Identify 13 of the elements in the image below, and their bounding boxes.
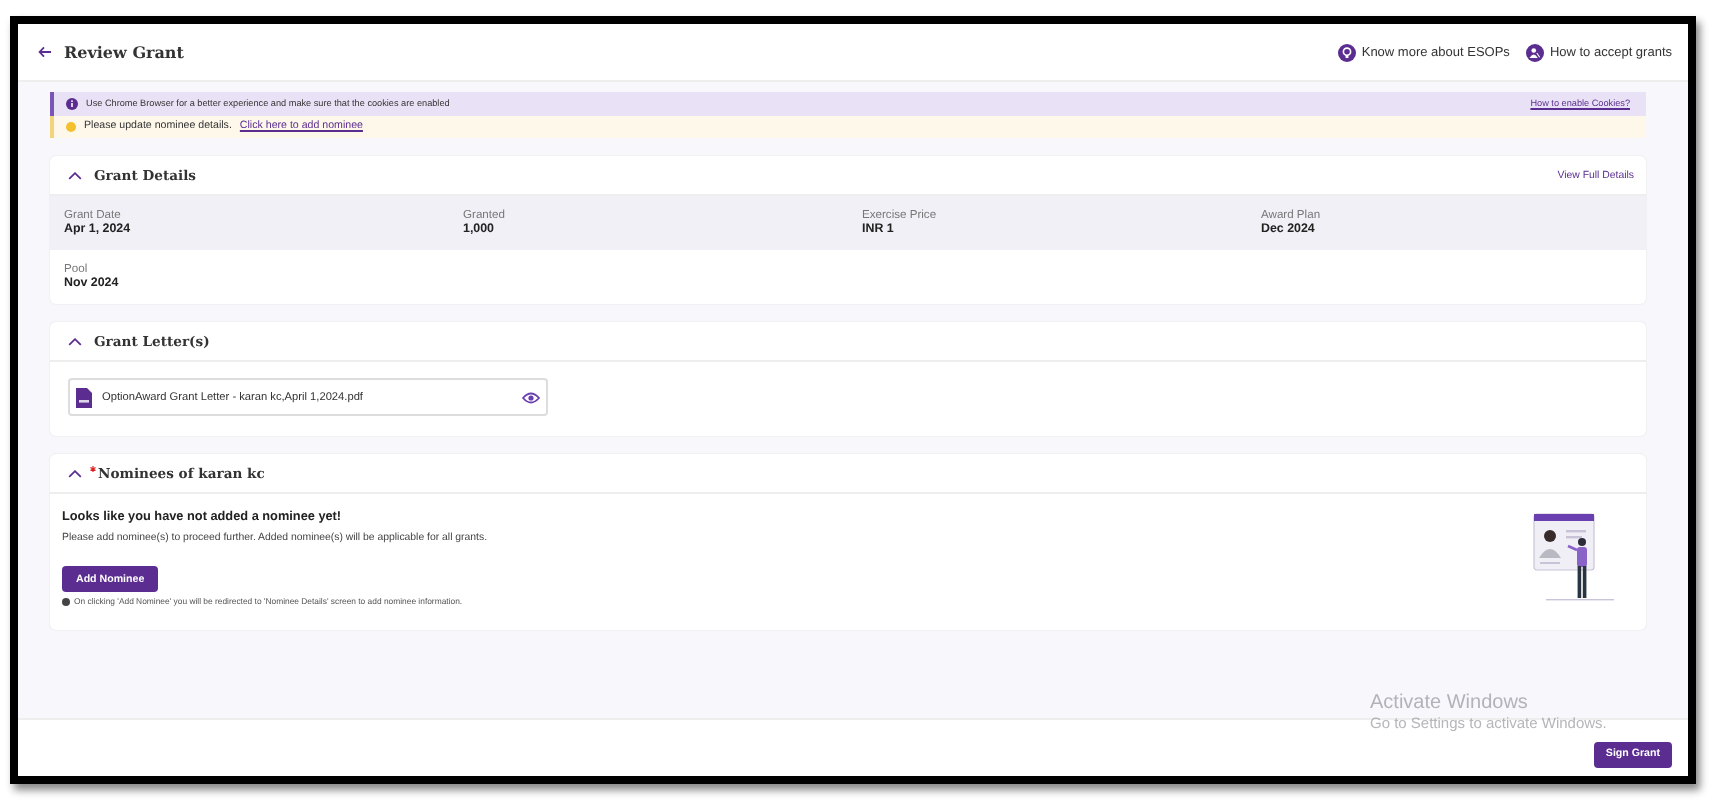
chevron-up-icon[interactable] bbox=[68, 469, 82, 477]
page-title: Review Grant bbox=[64, 42, 186, 62]
chevron-up-icon[interactable] bbox=[68, 337, 82, 345]
pdf-file-icon bbox=[76, 387, 92, 407]
warning-icon bbox=[66, 121, 76, 132]
chevron-up-icon[interactable] bbox=[68, 171, 82, 179]
eye-icon[interactable] bbox=[522, 391, 540, 403]
activation-title: Activate Windows bbox=[1370, 692, 1530, 714]
lightbulb-icon bbox=[1337, 43, 1356, 61]
back-icon[interactable] bbox=[38, 46, 52, 58]
person-icon bbox=[1525, 43, 1544, 61]
info-icon bbox=[66, 97, 78, 110]
info-dot-icon bbox=[62, 597, 70, 605]
